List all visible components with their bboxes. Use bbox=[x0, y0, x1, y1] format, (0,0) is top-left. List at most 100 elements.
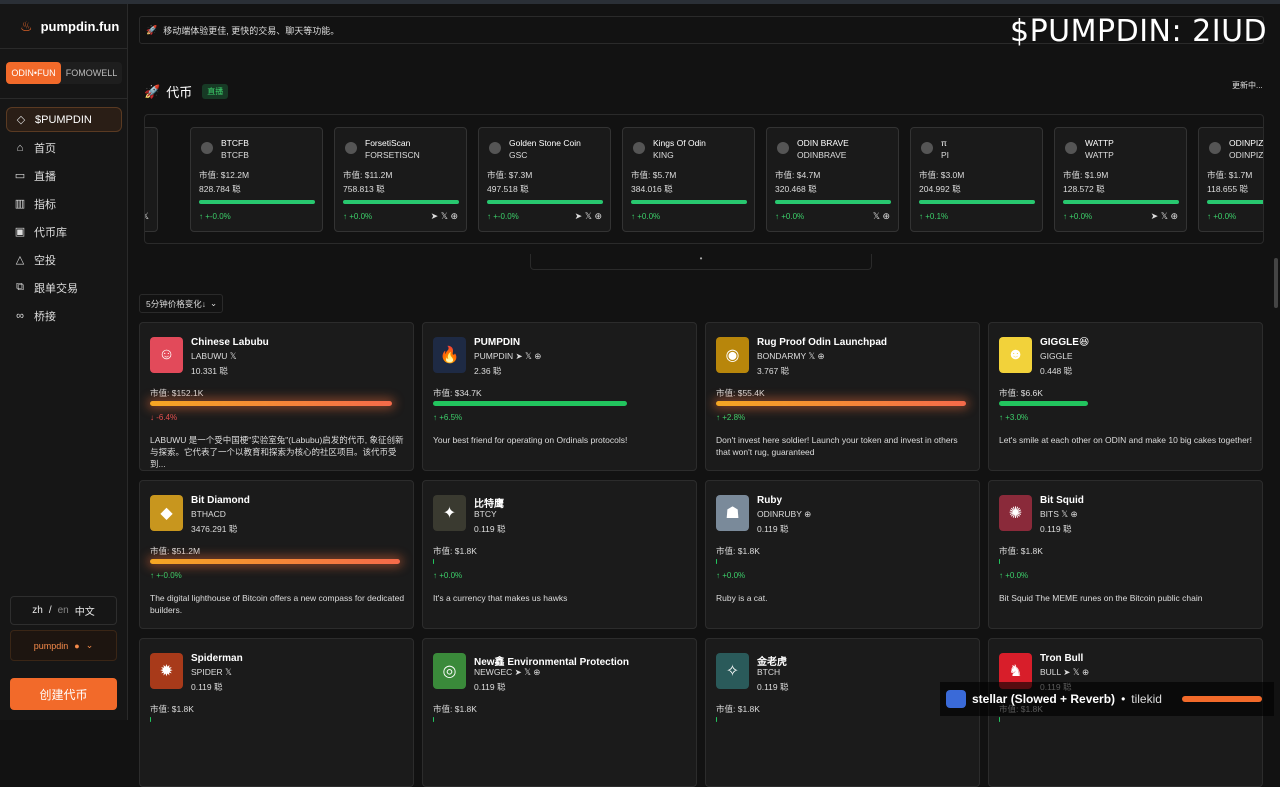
token-ticker: ODINPIZZ bbox=[1229, 150, 1264, 160]
tab-odin-fun[interactable]: ODIN•FUN bbox=[6, 62, 61, 84]
sidebar-item-home[interactable]: ⌂ 首页 bbox=[6, 135, 122, 160]
token-avatar-icon bbox=[201, 142, 213, 154]
lang-chinese[interactable]: 中文 bbox=[75, 603, 95, 618]
token-holders: 0.119 聪 bbox=[474, 682, 506, 692]
token-description: The digital lighthouse of Bitcoin offers… bbox=[150, 593, 405, 615]
token-market-cap: 市值: $1.8K bbox=[716, 704, 760, 714]
token-description: Your best friend for operating on Ordina… bbox=[433, 435, 628, 445]
token-ticker: WATTP bbox=[1085, 150, 1114, 160]
carousel-token-card[interactable]: ForsetiScan FORSETISCN 市值: $11.2M 758.813 聪… bbox=[334, 127, 467, 232]
token-ticker: BONDARMY 𝕏 ⊕ bbox=[757, 351, 825, 361]
progress-bar bbox=[631, 200, 747, 204]
progress-bar bbox=[1063, 200, 1179, 204]
token-card[interactable]: ☗ Ruby ODINRUBY ⊕ 0.119 聪市值: $1.8K ↑ +0.0% Ru… bbox=[705, 480, 980, 629]
carousel-handle[interactable]: • bbox=[530, 254, 872, 270]
sidebar-item-airdrop[interactable]: △ 空投 bbox=[6, 247, 122, 272]
token-ticker: NEWGEC ➤ 𝕏 ⊕ bbox=[474, 667, 541, 677]
token-ticker: GSC bbox=[509, 150, 528, 160]
token-name: ODINPIZZ bbox=[1229, 138, 1264, 148]
sidebar-item-pumpdin[interactable]: ◇ $PUMPDIN bbox=[6, 107, 122, 132]
carousel-token-card[interactable]: Kings Of Odin KING 市值: $5.7M 384.016 聪 ↑ +0.… bbox=[622, 127, 755, 232]
token-card[interactable]: ◆ Bit Diamond BTHACD 3476.291 聪市值: $51.2M ↑ … bbox=[139, 480, 414, 629]
token-change: ↑ +3.0% bbox=[999, 413, 1029, 422]
token-ticker: ODINRUBY ⊕ bbox=[757, 509, 812, 519]
lang-zh[interactable]: zh bbox=[32, 605, 43, 616]
sidebar-item-metrics[interactable]: ▥ 指标 bbox=[6, 191, 122, 216]
token-image: ☻ bbox=[999, 337, 1032, 373]
social-links[interactable]: 𝕏 bbox=[145, 211, 149, 222]
token-card[interactable]: ◎ New鑫 Environmental Protection NEWGEC ➤ 𝕏… bbox=[422, 638, 697, 787]
carousel-token-card[interactable]: Golden Stone Coin GSC 市值: $7.3M 497.518 聪 ↑ … bbox=[478, 127, 611, 232]
token-holders: 204.992 聪 bbox=[919, 184, 961, 194]
sidebar-item-label: 桥接 bbox=[34, 310, 56, 323]
token-avatar-icon bbox=[345, 142, 357, 154]
scrollbar[interactable] bbox=[1274, 258, 1278, 308]
token-market-cap: 市值: $1.8K bbox=[999, 546, 1043, 556]
user-menu-button[interactable]: pumpdin ● ⌄ bbox=[10, 630, 117, 661]
token-holders: 758.813 聪 bbox=[343, 184, 385, 194]
token-card[interactable]: ✹ Spiderman SPIDER 𝕏 0.119 聪市值: $1.8K bbox=[139, 638, 414, 787]
token-name: 金老虎 bbox=[757, 657, 787, 668]
token-market-cap: 市值: $5.7M bbox=[631, 170, 677, 180]
create-token-button[interactable]: 创建代币 bbox=[10, 678, 117, 710]
tab-fomowell[interactable]: FOMOWELL bbox=[61, 62, 122, 84]
link-icon: ∞ bbox=[16, 309, 24, 322]
token-carousel[interactable]: 𝕏 BTCFB BTCFB 市值: $12.2M 828.784 聪 ↑ +-0.0% Fo… bbox=[144, 114, 1264, 244]
token-card[interactable]: ✺ Bit Squid BITS 𝕏 ⊕ 0.119 聪市值: $1.8K ↑ +0.0… bbox=[988, 480, 1263, 629]
token-ticker: ODINBRAVE bbox=[797, 150, 847, 160]
social-links[interactable]: ➤ 𝕏 ⊕ bbox=[1151, 211, 1178, 222]
chart-icon: ▥ bbox=[14, 198, 26, 210]
token-card[interactable]: ✧ 金老虎 BTCH 0.119 聪市值: $1.8K bbox=[705, 638, 980, 787]
playback-progress[interactable] bbox=[1181, 696, 1262, 702]
token-change: ↑ +-0.0% bbox=[487, 212, 519, 221]
app-logo[interactable]: ♨ pumpdin.fun bbox=[20, 18, 119, 35]
token-market-cap: 市值: $1.9M bbox=[1063, 170, 1109, 180]
lang-en[interactable]: en bbox=[58, 605, 69, 616]
token-holders: 828.784 聪 bbox=[199, 184, 241, 194]
sort-select[interactable]: 5分钟价格变化↓ ⌄ bbox=[139, 294, 223, 313]
sidebar-item-live[interactable]: ▭ 直播 bbox=[6, 163, 122, 188]
carousel-token-card[interactable]: ODIN BRAVE ODINBRAVE 市值: $4.7M 320.468 聪 ↑ +… bbox=[766, 127, 899, 232]
token-holders: 320.468 聪 bbox=[775, 184, 817, 194]
token-name: Golden Stone Coin bbox=[509, 138, 581, 148]
token-image: ✧ bbox=[716, 653, 749, 689]
token-holders: 0.119 聪 bbox=[191, 682, 223, 692]
sidebar-item-copy-trade[interactable]: ⧉ 跟单交易 bbox=[6, 275, 122, 300]
token-card[interactable]: ✦ 比特鹰 BTCY 0.119 聪市值: $1.8K ↑ +0.0% It's a cu… bbox=[422, 480, 697, 629]
token-avatar-icon bbox=[1065, 142, 1077, 154]
sidebar-item-token-library[interactable]: ▣ 代币库 bbox=[6, 219, 122, 244]
sidebar-item-label: $PUMPDIN bbox=[35, 113, 92, 126]
music-player[interactable]: stellar (Slowed + Reverb) • tilekid bbox=[940, 682, 1274, 716]
token-ticker: BITS 𝕏 ⊕ bbox=[1040, 509, 1078, 519]
carousel-token-card[interactable]: BTCFB BTCFB 市值: $12.2M 828.784 聪 ↑ +-0.0% bbox=[190, 127, 323, 232]
token-card[interactable]: ☻ GIGGLE😆 GIGGLE 0.448 聪市值: $6.6K ↑ +3.0% Let… bbox=[988, 322, 1263, 471]
token-image: ◉ bbox=[716, 337, 749, 373]
token-change: ↑ +2.8% bbox=[716, 413, 746, 422]
sidebar-item-label: 首页 bbox=[34, 142, 56, 155]
token-card[interactable]: 🔥 PUMPDIN PUMPDIN ➤ 𝕏 ⊕ 2.36 聪市值: $34.7K ↑ +… bbox=[422, 322, 697, 471]
social-links[interactable]: ➤ 𝕏 ⊕ bbox=[575, 211, 602, 222]
token-name: New鑫 Environmental Protection bbox=[474, 657, 630, 668]
token-name: Tron Bull bbox=[1040, 653, 1084, 664]
carousel-token-card[interactable]: 𝕏 bbox=[145, 127, 158, 232]
token-change: ↑ +0.1% bbox=[919, 212, 949, 221]
sidebar-item-bridge[interactable]: ∞ 桥接 bbox=[6, 303, 122, 328]
token-name: ODIN BRAVE bbox=[797, 138, 849, 148]
token-holders: 118.655 聪 bbox=[1207, 184, 1248, 194]
social-links[interactable]: ➤ 𝕏 ⊕ bbox=[431, 211, 458, 222]
token-card[interactable]: ☺ Chinese Labubu LABUWU 𝕏 10.331 聪市值: $152.… bbox=[139, 322, 414, 471]
carousel-token-card[interactable]: π PI 市值: $3.0M 204.992 聪 ↑ +0.1% bbox=[910, 127, 1043, 232]
token-card[interactable]: ◉ Rug Proof Odin Launchpad BONDARMY 𝕏 ⊕ 3.7… bbox=[705, 322, 980, 471]
token-avatar-icon bbox=[489, 142, 501, 154]
token-change: ↑ +0.0% bbox=[716, 571, 746, 580]
carousel-token-card[interactable]: ODINPIZZ ODINPIZZ 市值: $1.7M 118.655 聪 ↑ +0.0… bbox=[1198, 127, 1264, 232]
carousel-token-card[interactable]: WATTP WATTP 市值: $1.9M 128.572 聪 ↑ +0.0% ➤ 𝕏 ⊕ bbox=[1054, 127, 1187, 232]
token-avatar-icon bbox=[921, 142, 933, 154]
social-links[interactable]: 𝕏 ⊕ bbox=[873, 211, 890, 222]
sidebar-item-label: 跟单交易 bbox=[34, 282, 78, 295]
token-description: It's a currency that makes us hawks bbox=[433, 593, 568, 603]
token-avatar-icon bbox=[633, 142, 645, 154]
token-market-cap: 市值: $51.2M bbox=[150, 546, 201, 556]
token-holders: 0.119 聪 bbox=[757, 682, 789, 692]
sidebar-item-label: 空投 bbox=[34, 254, 56, 267]
